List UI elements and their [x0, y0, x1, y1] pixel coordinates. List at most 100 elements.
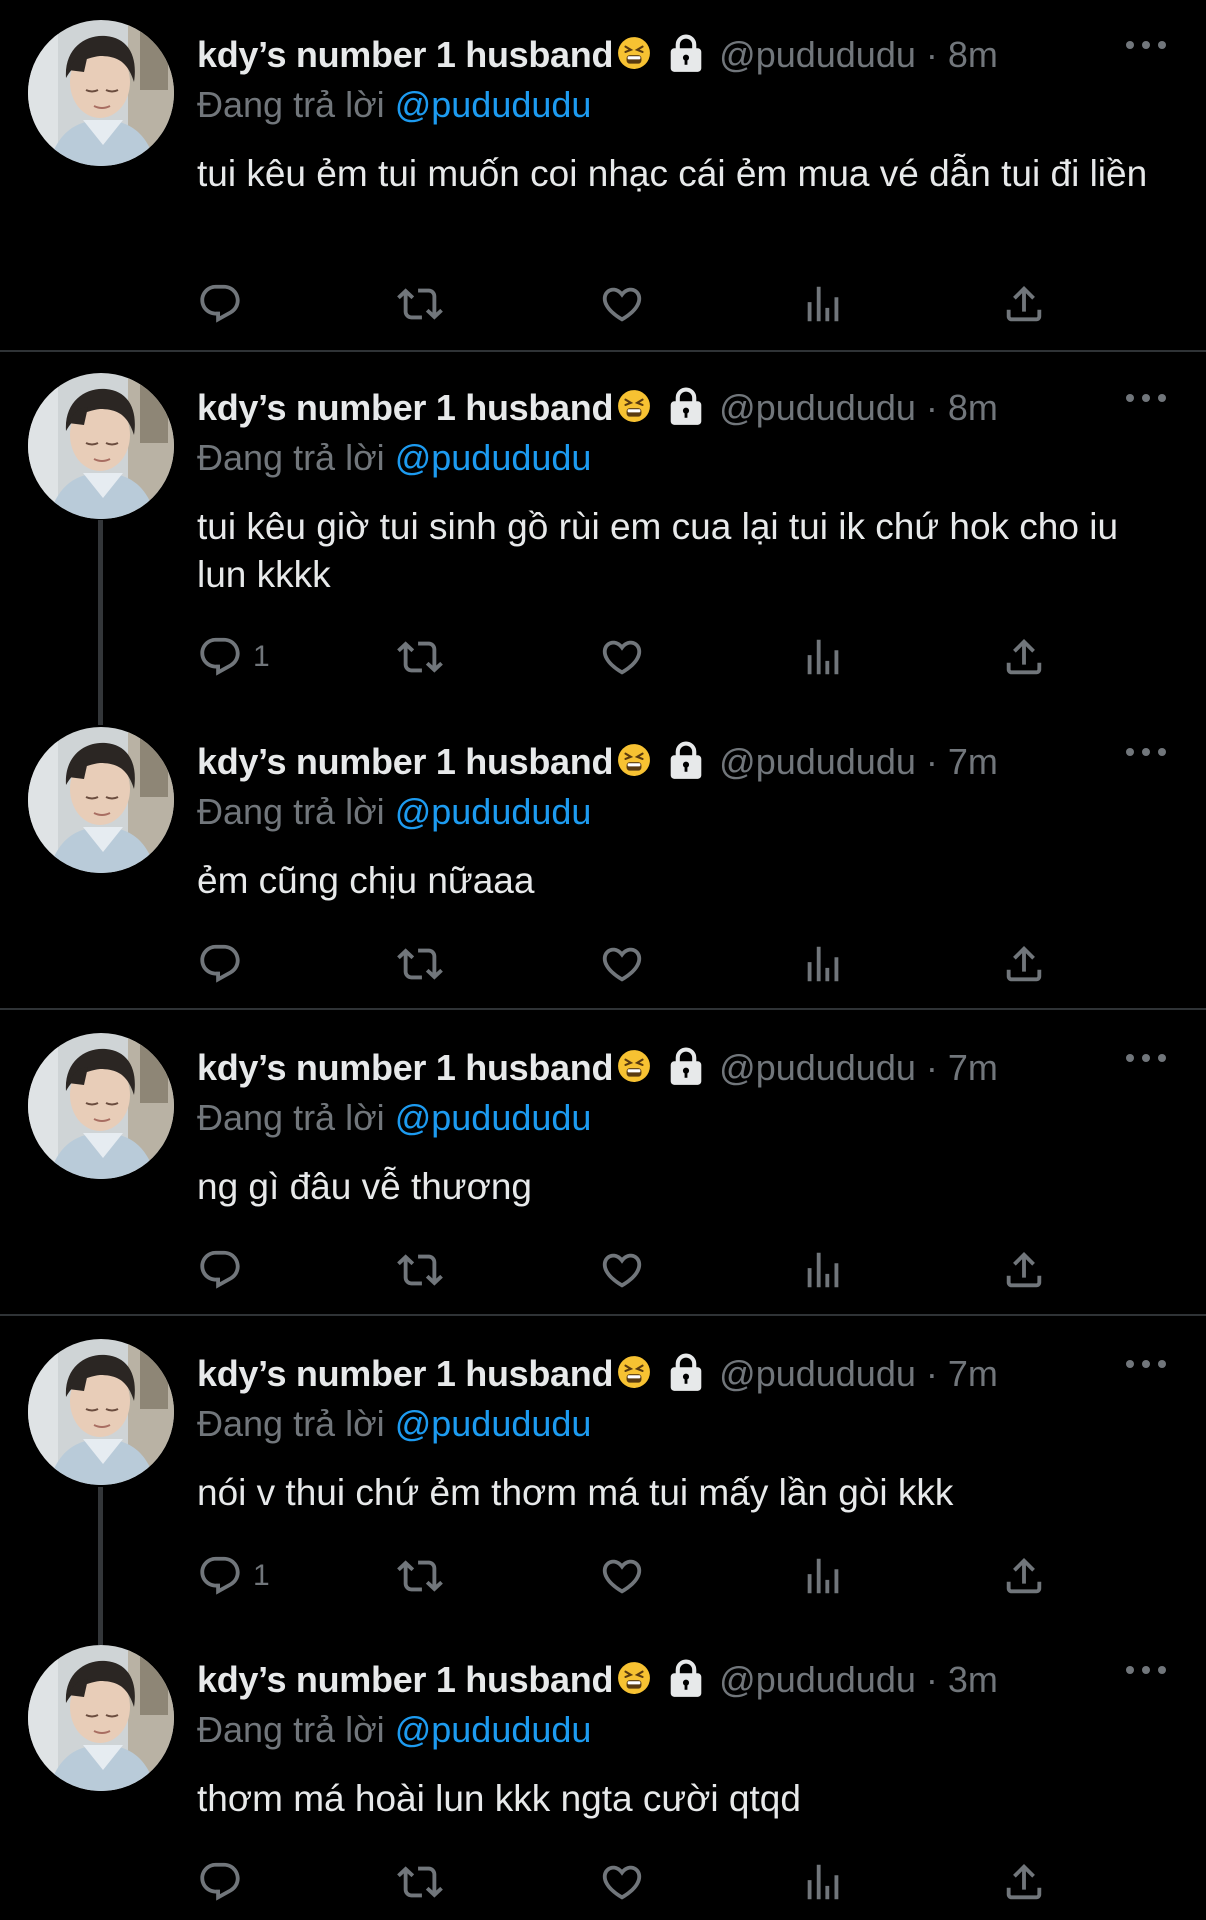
display-name[interactable]: kdy’s number 1 husband: [197, 1659, 613, 1701]
lock-icon: [667, 33, 705, 78]
replying-to-handle[interactable]: @pudududu: [395, 1097, 592, 1138]
tweet[interactable]: kdy’s number 1 husband @pudududu · 7m Đa…: [0, 1013, 1206, 1313]
tweet[interactable]: kdy’s number 1 husband @pudududu · 3m Đa…: [0, 1625, 1206, 1920]
lock-icon: [667, 740, 705, 785]
replying-to-handle[interactable]: @pudududu: [395, 791, 592, 832]
heart-icon: [599, 1247, 645, 1293]
reply-button[interactable]: 1: [197, 632, 270, 682]
user-handle[interactable]: @pudududu: [719, 741, 916, 783]
share-icon: [1001, 1859, 1047, 1905]
timestamp[interactable]: 8m: [948, 34, 998, 76]
reply-button[interactable]: [197, 939, 253, 989]
views-button[interactable]: [800, 1857, 846, 1907]
views-button[interactable]: [800, 939, 846, 989]
separator-dot: ·: [925, 741, 938, 782]
tired-face-emoji-icon: [617, 36, 651, 75]
like-button[interactable]: [599, 1245, 645, 1295]
more-options-icon[interactable]: [1126, 391, 1166, 405]
share-button[interactable]: [1001, 1551, 1047, 1601]
reply-count: 1: [253, 640, 270, 673]
tweet-text: tui kêu giờ tui sinh gồ rùi em cua lại t…: [197, 506, 1119, 595]
tweet[interactable]: kdy’s number 1 husband @pudududu · 7m Đa…: [0, 707, 1206, 1007]
like-button[interactable]: [599, 632, 645, 682]
retweet-icon: [397, 634, 443, 680]
reply-button[interactable]: [197, 1857, 253, 1907]
retweet-icon: [397, 1247, 443, 1293]
share-button[interactable]: [1001, 279, 1047, 329]
share-button[interactable]: [1001, 1245, 1047, 1295]
separator-dot: ·: [925, 1353, 938, 1394]
replying-to-label: Đang trả lời: [197, 1097, 385, 1138]
tweet[interactable]: kdy’s number 1 husband @pudududu · 8m Đa…: [0, 0, 1206, 350]
reply-icon: [197, 1553, 243, 1599]
views-chart-icon: [800, 1859, 846, 1905]
like-button[interactable]: [599, 1551, 645, 1601]
avatar[interactable]: [28, 1645, 174, 1791]
reply-button[interactable]: [197, 279, 253, 329]
share-button[interactable]: [1001, 1857, 1047, 1907]
reply-button[interactable]: [197, 1245, 253, 1295]
user-handle[interactable]: @pudududu: [719, 1659, 916, 1701]
share-icon: [1001, 281, 1047, 327]
views-button[interactable]: [800, 1245, 846, 1295]
reply-icon: [197, 1247, 243, 1293]
avatar[interactable]: [28, 20, 174, 166]
retweet-icon: [397, 1859, 443, 1905]
reply-button[interactable]: 1: [197, 1551, 270, 1601]
timestamp[interactable]: 7m: [948, 741, 998, 783]
like-button[interactable]: [599, 279, 645, 329]
share-icon: [1001, 634, 1047, 680]
replying-to-handle[interactable]: @pudududu: [395, 84, 592, 125]
replying-to-handle[interactable]: @pudududu: [395, 1403, 592, 1444]
timestamp[interactable]: 7m: [948, 1353, 998, 1395]
lock-icon: [667, 1658, 705, 1703]
tweet-divider: [0, 1008, 1206, 1010]
more-options-icon[interactable]: [1126, 1663, 1166, 1677]
timestamp[interactable]: 8m: [948, 387, 998, 429]
user-handle[interactable]: @pudududu: [719, 34, 916, 76]
user-handle[interactable]: @pudududu: [719, 1047, 916, 1089]
display-name[interactable]: kdy’s number 1 husband: [197, 1047, 613, 1089]
tweet[interactable]: kdy’s number 1 husband @pudududu · 7m Đa…: [0, 1319, 1206, 1619]
display-name[interactable]: kdy’s number 1 husband: [197, 1353, 613, 1395]
action-bar: [197, 1857, 1067, 1907]
avatar[interactable]: [28, 373, 174, 519]
like-button[interactable]: [599, 1857, 645, 1907]
views-button[interactable]: [800, 632, 846, 682]
tired-face-emoji-icon: [617, 1661, 651, 1700]
more-options-icon[interactable]: [1126, 38, 1166, 52]
retweet-button[interactable]: [397, 939, 443, 989]
tired-face-emoji-icon: [617, 1355, 651, 1394]
display-name[interactable]: kdy’s number 1 husband: [197, 741, 613, 783]
more-options-icon[interactable]: [1126, 1357, 1166, 1371]
display-name[interactable]: kdy’s number 1 husband: [197, 387, 613, 429]
retweet-button[interactable]: [397, 1857, 443, 1907]
tweet[interactable]: kdy’s number 1 husband @pudududu · 8m Đa…: [0, 353, 1206, 703]
timestamp[interactable]: 3m: [948, 1659, 998, 1701]
more-options-icon[interactable]: [1126, 745, 1166, 759]
display-name[interactable]: kdy’s number 1 husband: [197, 34, 613, 76]
separator-dot: ·: [925, 387, 938, 428]
reply-icon: [197, 941, 243, 987]
more-options-icon[interactable]: [1126, 1051, 1166, 1065]
like-button[interactable]: [599, 939, 645, 989]
action-bar: [197, 1245, 1067, 1295]
retweet-button[interactable]: [397, 1551, 443, 1601]
lock-icon: [667, 1046, 705, 1091]
avatar[interactable]: [28, 1033, 174, 1179]
retweet-button[interactable]: [397, 632, 443, 682]
share-button[interactable]: [1001, 632, 1047, 682]
views-button[interactable]: [800, 1551, 846, 1601]
share-button[interactable]: [1001, 939, 1047, 989]
timestamp[interactable]: 7m: [948, 1047, 998, 1089]
user-handle[interactable]: @pudududu: [719, 1353, 916, 1395]
avatar[interactable]: [28, 1339, 174, 1485]
replying-to-handle[interactable]: @pudududu: [395, 1709, 592, 1750]
replying-to-label: Đang trả lời: [197, 791, 385, 832]
views-button[interactable]: [800, 279, 846, 329]
user-handle[interactable]: @pudududu: [719, 387, 916, 429]
replying-to-handle[interactable]: @pudududu: [395, 437, 592, 478]
retweet-button[interactable]: [397, 1245, 443, 1295]
retweet-button[interactable]: [397, 279, 443, 329]
avatar[interactable]: [28, 727, 174, 873]
